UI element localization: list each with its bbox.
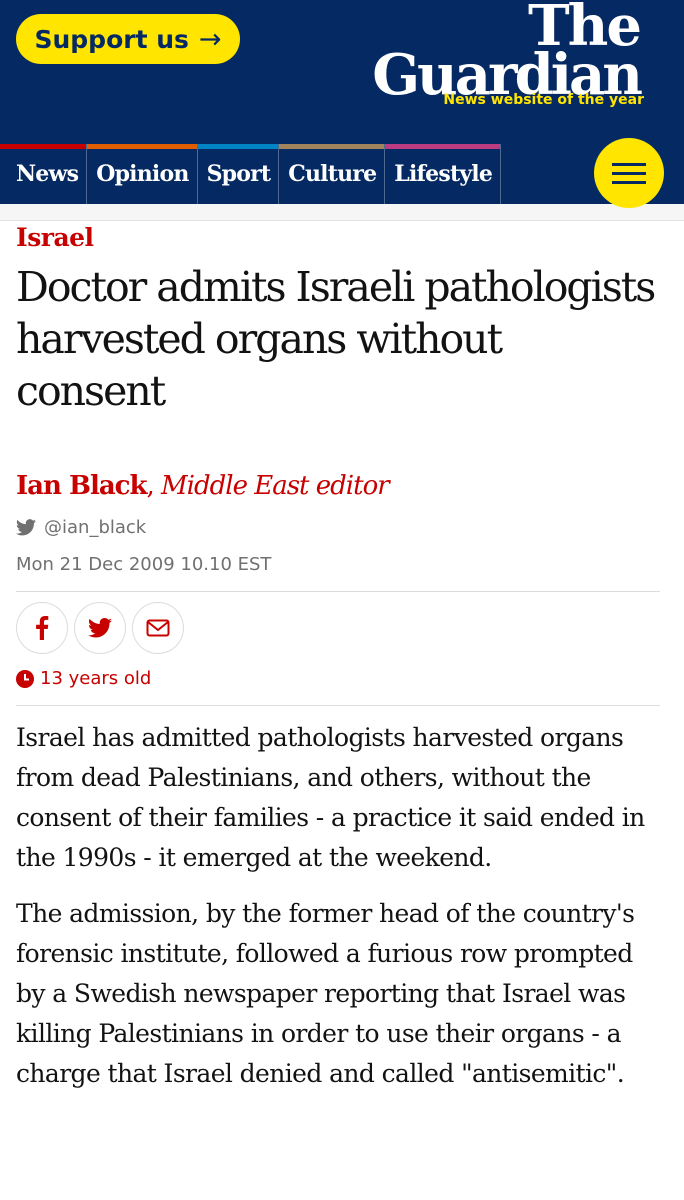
article-body: Israel has admitted pathologists harvest… [16, 718, 660, 1094]
share-buttons [16, 602, 660, 654]
twitter-handle: @ian_black [44, 517, 147, 538]
section-label[interactable]: Israel [16, 221, 660, 255]
author-link[interactable]: Ian Black [16, 471, 148, 501]
twitter-handle-link[interactable]: @ian_black [16, 517, 660, 538]
paragraph: Israel has admitted pathologists harvest… [16, 723, 645, 872]
hamburger-icon [612, 162, 646, 166]
logo-tagline: News website of the year [443, 92, 644, 108]
headline: Doctor admits Israeli pathologists harve… [16, 263, 656, 415]
email-icon [146, 619, 170, 637]
byline: Ian Black, Middle East editor [16, 469, 660, 503]
article: Israel Doctor admits Israeli pathologist… [0, 221, 684, 1094]
primary-nav: News Opinion Sport Culture Lifestyle [0, 138, 684, 208]
publish-date: Mon 21 Dec 2009 10.10 EST [16, 554, 272, 575]
share-email-button[interactable] [132, 602, 184, 654]
article-age-warning: 13 years old [16, 668, 660, 689]
menu-button[interactable] [594, 138, 664, 208]
facebook-icon [36, 616, 49, 640]
site-header: Support us → The Guardian News website o… [0, 0, 684, 144]
support-us-label: Support us [34, 24, 189, 54]
hamburger-icon-line [612, 171, 646, 175]
share-twitter-button[interactable] [74, 602, 126, 654]
divider [16, 705, 660, 706]
share-facebook-button[interactable] [16, 602, 68, 654]
article-age: 13 years old [40, 668, 152, 689]
support-us-button[interactable]: Support us → [16, 14, 240, 64]
twitter-icon [88, 618, 112, 638]
byline-comma: , [146, 471, 162, 501]
paragraph: The admission, by the former head of the… [16, 899, 635, 1088]
author-role: Middle East editor [161, 471, 390, 501]
nav-item-lifestyle[interactable]: Lifestyle [385, 144, 502, 204]
nav-item-culture[interactable]: Culture [279, 144, 386, 204]
twitter-icon [16, 519, 36, 536]
nav-item-opinion[interactable]: Opinion [87, 144, 198, 204]
guardian-logo[interactable]: The Guardian News website of the year [372, 0, 644, 108]
hamburger-icon-line [612, 180, 646, 184]
divider [16, 591, 660, 592]
nav-item-news[interactable]: News [0, 144, 88, 204]
nav-subbar [0, 204, 684, 221]
clock-icon [16, 669, 34, 688]
nav-item-sport[interactable]: Sport [197, 144, 280, 204]
arrow-right-icon: → [198, 23, 222, 55]
